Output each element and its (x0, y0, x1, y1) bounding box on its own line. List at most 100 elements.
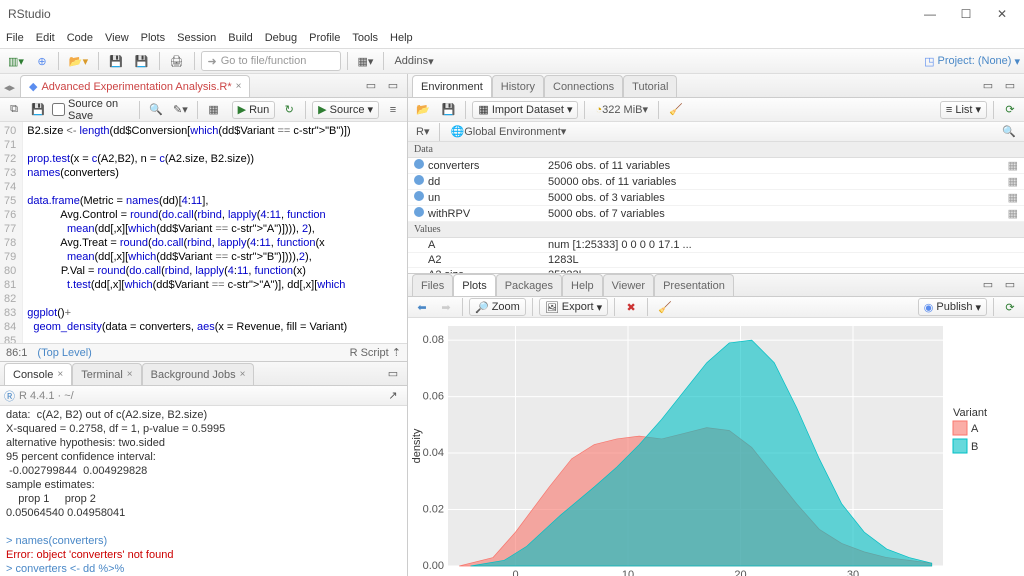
rerun-icon[interactable]: ↻ (279, 100, 299, 120)
compile-icon[interactable]: ▦ (204, 100, 224, 120)
env-scope[interactable]: 🌐 Global Environment ▾ (446, 122, 570, 142)
minimize-button[interactable]: — (916, 4, 944, 24)
tab-files[interactable]: Files (412, 274, 453, 296)
tab-viewer[interactable]: Viewer (603, 274, 654, 296)
env-row[interactable]: A21283L (408, 253, 1024, 268)
source-button[interactable]: ▶Source ▾ (312, 101, 379, 119)
console-wd[interactable]: R 4.4.1 · ~/ (19, 390, 74, 402)
menu-tools[interactable]: Tools (352, 32, 378, 44)
environment-table[interactable]: Dataconverters2506 obs. of 11 variables▦… (408, 142, 1024, 273)
menu-code[interactable]: Code (67, 32, 93, 44)
svg-text:0: 0 (512, 569, 518, 576)
view-mode-button[interactable]: ≡ List ▾ (940, 101, 987, 119)
clear-plots-icon[interactable]: 🧹 (654, 297, 676, 317)
plot-canvas: 01020300.000.020.040.060.08Revenuedensit… (408, 318, 1024, 576)
tab-console[interactable]: Console× (4, 363, 72, 385)
menu-build[interactable]: Build (228, 32, 252, 44)
env-row[interactable]: un5000 obs. of 3 variables▦ (408, 190, 1024, 206)
svg-text:20: 20 (734, 569, 746, 576)
tab-help[interactable]: Help (562, 274, 603, 296)
tab-history[interactable]: History (492, 75, 544, 97)
tab-background-jobs[interactable]: Background Jobs× (142, 363, 255, 385)
pane-collapse-icon[interactable]: ▭ (383, 75, 403, 95)
grid-icon[interactable]: ▦▾ (354, 51, 378, 71)
close-icon[interactable]: × (236, 81, 242, 92)
zoom-button[interactable]: 🔎 Zoom (469, 298, 526, 316)
tab-plots[interactable]: Plots (453, 274, 495, 296)
tab-presentation[interactable]: Presentation (654, 274, 734, 296)
wand-icon[interactable]: ✎▾ (170, 100, 191, 120)
pane-collapse-icon[interactable]: ▭ (978, 75, 998, 95)
env-row[interactable]: converters2506 obs. of 11 variables▦ (408, 158, 1024, 174)
export-button[interactable]: 🖼 Export ▾ (539, 298, 608, 316)
goto-file-input[interactable]: ➜ Go to file/function (201, 51, 341, 71)
menu-plots[interactable]: Plots (141, 32, 165, 44)
save-source-icon[interactable]: 💾 (28, 100, 48, 120)
plot-prev-icon[interactable]: ⬅ (412, 297, 432, 317)
save-icon[interactable]: 💾 (105, 51, 127, 71)
project-menu[interactable]: ◳ Project: (None) ▾ (924, 55, 1020, 68)
lang-label[interactable]: R Script (350, 347, 389, 359)
svg-text:B: B (971, 441, 978, 453)
publish-button[interactable]: ◉ Publish ▾ (918, 298, 987, 316)
goto-placeholder: Go to file/function (221, 55, 307, 67)
memory-indicator[interactable]: ◔ 322 MiB ▾ (591, 100, 652, 120)
search-icon[interactable]: 🔍 (998, 122, 1020, 142)
window-title: RStudio (8, 7, 51, 21)
remove-plot-icon[interactable]: ✖ (621, 297, 641, 317)
save-ws-icon[interactable]: 💾 (438, 100, 460, 120)
maximize-button[interactable]: ☐ (952, 4, 980, 24)
plot-next-icon[interactable]: ➡ (436, 297, 456, 317)
close-button[interactable]: ✕ (988, 4, 1016, 24)
menu-profile[interactable]: Profile (309, 32, 340, 44)
svg-text:0.02: 0.02 (423, 504, 444, 516)
print-icon[interactable]: 🖨 (166, 51, 188, 71)
source-tab[interactable]: ◆ Advanced Experimentation Analysis.R* × (20, 75, 250, 97)
nav-back-icon[interactable]: ◂▸ (4, 81, 20, 97)
import-dataset-button[interactable]: ▦ Import Dataset ▾ (472, 101, 578, 119)
code-editor[interactable]: 7071727374757677787980818283848586878889… (0, 122, 407, 343)
refresh-icon[interactable]: ⟳ (1000, 100, 1020, 120)
pane-max-icon[interactable]: ▭ (1000, 274, 1020, 294)
menu-file[interactable]: File (6, 32, 24, 44)
pane-max-icon[interactable]: ▭ (361, 75, 381, 95)
menu-view[interactable]: View (105, 32, 129, 44)
env-row[interactable]: dd50000 obs. of 11 variables▦ (408, 174, 1024, 190)
find-icon[interactable]: 🔍 (146, 100, 166, 120)
env-row[interactable]: Anum [1:25333] 0 0 0 0 17.1 ... (408, 238, 1024, 253)
run-button[interactable]: ▶Run (232, 101, 276, 119)
refresh-plot-icon[interactable]: ⟳ (1000, 297, 1020, 317)
svg-text:Variant: Variant (953, 407, 987, 419)
menu-debug[interactable]: Debug (265, 32, 297, 44)
scope-label[interactable]: (Top Level) (27, 347, 349, 359)
env-row[interactable]: A2.size25333L (408, 268, 1024, 273)
open-file-icon[interactable]: 📂▾ (65, 51, 92, 71)
load-ws-icon[interactable]: 📂 (412, 100, 434, 120)
env-row[interactable]: withRPV5000 obs. of 7 variables▦ (408, 206, 1024, 222)
source-on-save[interactable]: Source on Save (52, 98, 133, 122)
console-menu-icon[interactable]: ↗ (383, 386, 403, 406)
save-all-icon[interactable]: 💾 (131, 51, 153, 71)
r-scope[interactable]: R ▾ (412, 122, 433, 142)
svg-text:0.00: 0.00 (423, 560, 444, 572)
pane-max-icon[interactable]: ▭ (1000, 75, 1020, 95)
tab-connections[interactable]: Connections (544, 75, 623, 97)
popout-icon[interactable]: ⧉ (4, 100, 24, 120)
menu-edit[interactable]: Edit (36, 32, 55, 44)
addins-menu[interactable]: Addins ▾ (390, 51, 437, 71)
source-tab-label: Advanced Experimentation Analysis.R* (41, 81, 231, 93)
outline-icon[interactable]: ≡ (383, 100, 403, 120)
pane-max-icon[interactable]: ▭ (383, 363, 403, 383)
console-output[interactable]: data: c(A2, B2) out of c(A2.size, B2.siz… (0, 406, 407, 576)
tab-tutorial[interactable]: Tutorial (623, 75, 677, 97)
pane-collapse-icon[interactable]: ▭ (978, 274, 998, 294)
tab-terminal[interactable]: Terminal× (72, 363, 141, 385)
tab-environment[interactable]: Environment (412, 75, 492, 97)
menu-session[interactable]: Session (177, 32, 216, 44)
new-file-icon[interactable]: ▥▾ (4, 51, 28, 71)
svg-text:30: 30 (847, 569, 859, 576)
new-project-icon[interactable]: ⊕ (32, 51, 52, 71)
menu-help[interactable]: Help (390, 32, 413, 44)
tab-packages[interactable]: Packages (496, 274, 562, 296)
broom-icon[interactable]: 🧹 (665, 100, 687, 120)
